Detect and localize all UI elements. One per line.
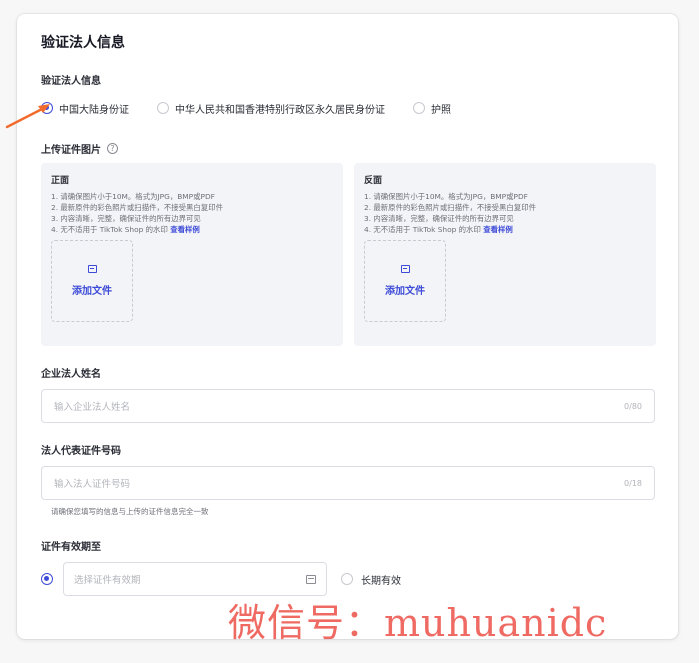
radio-unselected-icon [413, 102, 425, 114]
add-file-dropzone-front[interactable]: 添加文件 [51, 240, 133, 322]
upload-section-label: 上传证件图片 ? [41, 141, 118, 156]
view-example-link[interactable]: 查看样例 [170, 225, 200, 234]
radio-label: 护照 [431, 104, 451, 116]
radio-label: 长期有效 [361, 575, 401, 587]
upload-label: 上传证件图片 [41, 145, 101, 156]
validity-date-picker[interactable]: 选择证件有效期 [63, 562, 327, 596]
panel-title: 正面 [51, 176, 70, 186]
help-icon[interactable]: ? [107, 143, 118, 154]
radio-label: 中国大陆身份证 [59, 104, 129, 116]
radio-mainland-id[interactable]: 中国大陆身份证 [41, 101, 129, 116]
id-number-label: 法人代表证件号码 [41, 446, 121, 457]
id-number-hint: 请确保您填写的信息与上传的证件信息完全一致 [51, 507, 209, 516]
rule-line: 1. 请确保图片小于10M。格式为JPG，BMP或PDF [51, 192, 215, 201]
annotation-arrow-icon [5, 104, 50, 129]
add-file-dropzone-back[interactable]: 添加文件 [364, 240, 446, 322]
radio-unselected-icon [341, 573, 353, 585]
legal-name-label: 企业法人姓名 [41, 369, 101, 380]
radio-long-term[interactable]: 长期有效 [341, 572, 401, 587]
rule-line: 4. 无不适用于 TikTok Shop 的水印 查看样例 [51, 224, 333, 235]
calendar-icon [306, 574, 316, 584]
rule-line: 3. 内容清晰，完整，确保证件的所有边界可见 [364, 214, 514, 223]
input-placeholder: 选择证件有效期 [74, 575, 141, 586]
upload-panel-front: 正面 1. 请确保图片小于10M。格式为JPG，BMP或PDF 2. 最新原件的… [41, 163, 343, 346]
rule-line: 3. 内容清晰，完整，确保证件的所有边界可见 [51, 214, 201, 223]
validity-row: 选择证件有效期 长期有效 [41, 562, 401, 596]
radio-hk-permanent-id[interactable]: 中华人民共和国香港特别行政区永久居民身份证 [157, 101, 385, 116]
rule-line: 2. 最新原件的彩色照片或扫描件，不接受黑白复印件 [364, 203, 536, 212]
rule-text: 4. 无不适用于 TikTok Shop 的水印 [364, 225, 481, 234]
image-icon [400, 265, 410, 273]
input-placeholder: 输入企业法人姓名 [54, 402, 131, 413]
input-placeholder: 输入法人证件号码 [54, 479, 131, 490]
radio-passport[interactable]: 护照 [413, 101, 451, 116]
form-card: 验证法人信息 验证法人信息 中国大陆身份证 中华人民共和国香港特别行政区永久居民… [17, 14, 678, 639]
add-file-label: 添加文件 [385, 286, 425, 297]
page-title: 验证法人信息 [41, 35, 125, 51]
watermark-text: 微信号：muhuanidc [228, 601, 608, 645]
id-type-radio-group: 中国大陆身份证 中华人民共和国香港特别行政区永久居民身份证 护照 [41, 100, 451, 116]
id-type-label: 验证法人信息 [41, 76, 101, 87]
rule-line: 4. 无不适用于 TikTok Shop 的水印 查看样例 [364, 224, 646, 235]
image-icon [87, 265, 97, 273]
radio-unselected-icon [157, 102, 169, 114]
radio-selected-icon[interactable] [41, 573, 53, 585]
view-example-link[interactable]: 查看样例 [483, 225, 513, 234]
id-number-input[interactable]: 输入法人证件号码 0/18 [41, 466, 655, 500]
upload-panel-back: 反面 1. 请确保图片小于10M。格式为JPG，BMP或PDF 2. 最新原件的… [354, 163, 656, 346]
rule-line: 2. 最新原件的彩色照片或扫描件，不接受黑白复印件 [51, 203, 223, 212]
legal-name-input[interactable]: 输入企业法人姓名 0/80 [41, 389, 655, 423]
validity-label: 证件有效期至 [41, 542, 101, 553]
add-file-label: 添加文件 [72, 286, 112, 297]
char-counter: 0/18 [624, 478, 642, 488]
char-counter: 0/80 [624, 401, 642, 411]
rule-text: 4. 无不适用于 TikTok Shop 的水印 [51, 225, 168, 234]
panel-title: 反面 [364, 176, 383, 186]
radio-label: 中华人民共和国香港特别行政区永久居民身份证 [175, 104, 385, 116]
rule-line: 1. 请确保图片小于10M。格式为JPG，BMP或PDF [364, 192, 528, 201]
